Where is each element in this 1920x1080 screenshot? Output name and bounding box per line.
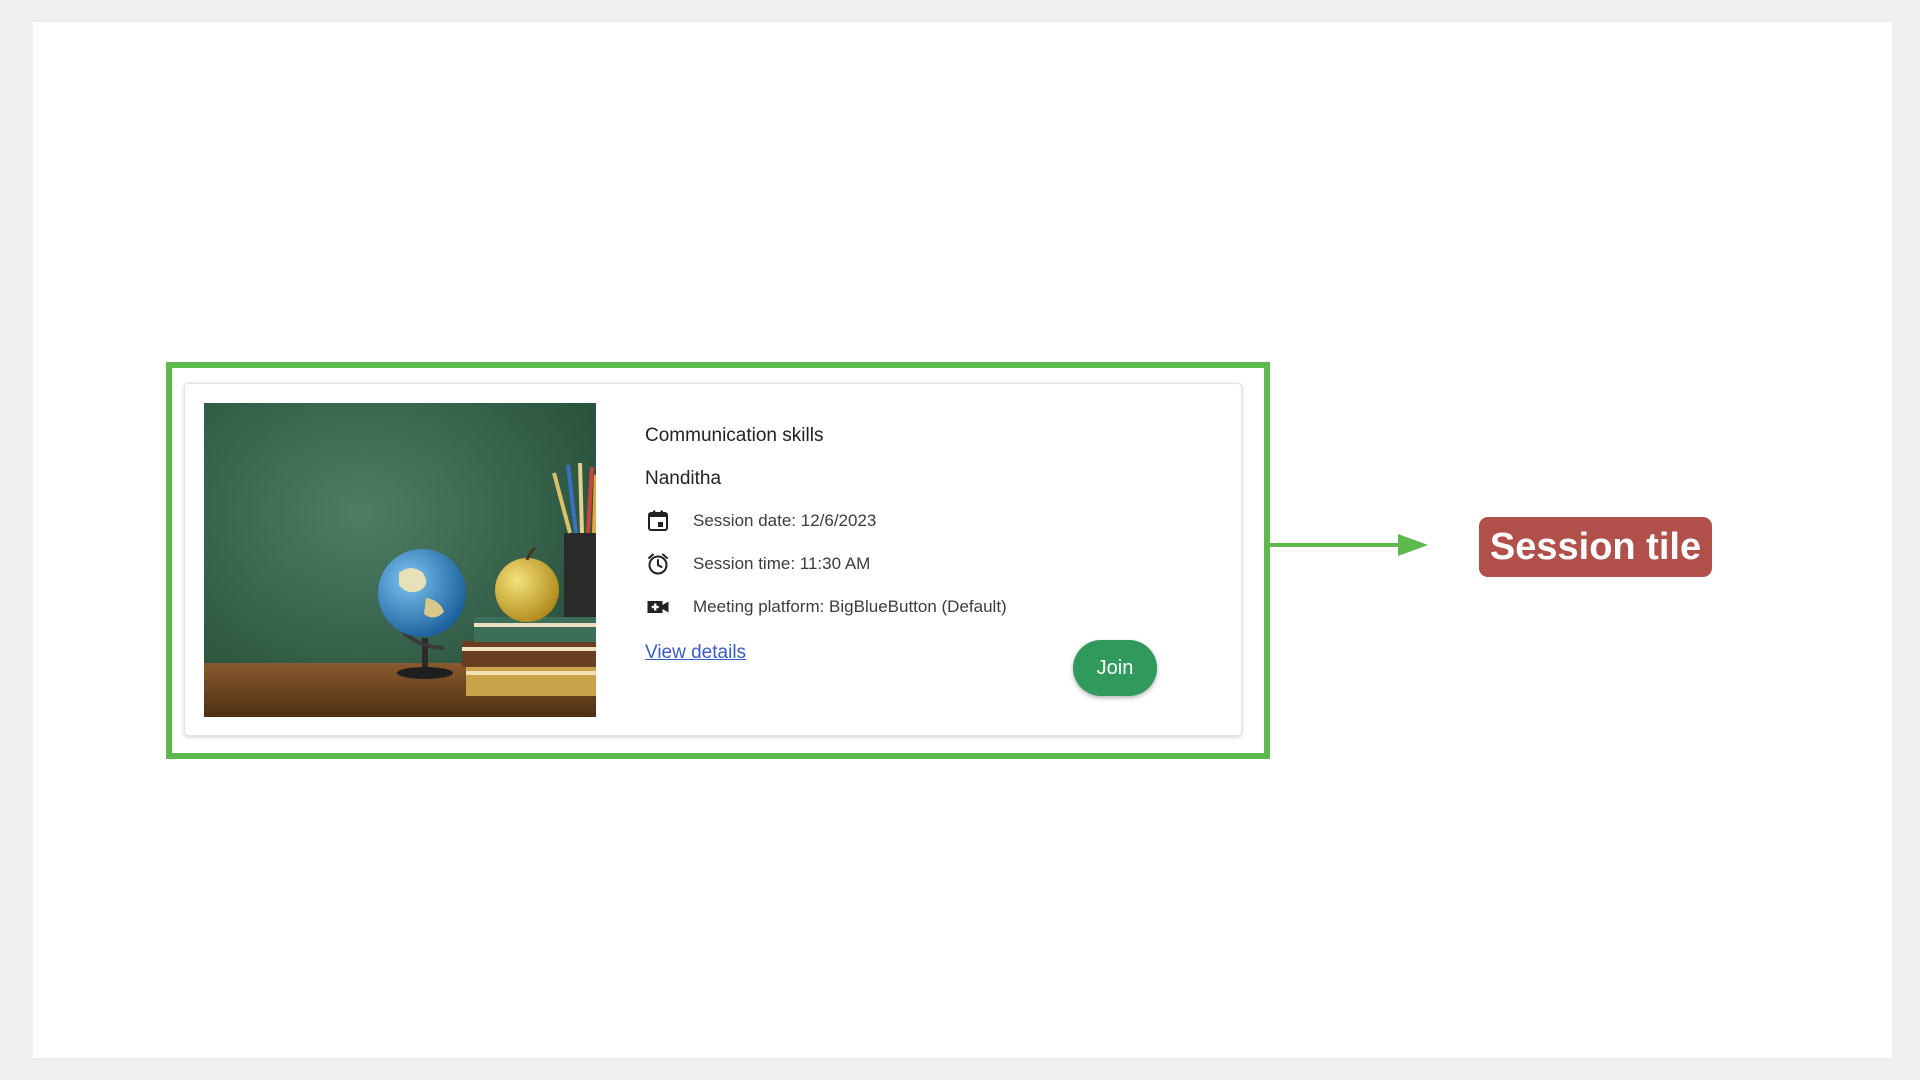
session-date-row: Session date: 12/6/2023 (645, 508, 876, 534)
callout-connector-line (1270, 543, 1400, 547)
session-time: Session time: 11:30 AM (693, 554, 871, 573)
session-tile: Communication skills Nanditha Session da… (184, 383, 1242, 736)
session-date: Session date: 12/6/2023 (693, 511, 877, 530)
session-host: Nanditha (645, 468, 722, 489)
session-thumbnail (204, 403, 596, 717)
meeting-platform-row: Meeting platform: BigBlueButton (Default… (645, 594, 1007, 620)
session-time-row: Session time: 11:30 AM (645, 551, 870, 577)
video-camera-icon (645, 594, 671, 620)
meeting-platform: Meeting platform: BigBlueButton (Default… (693, 597, 1007, 616)
join-button[interactable]: Join (1073, 640, 1157, 696)
session-title: Communication skills (645, 425, 824, 446)
alarm-clock-icon (645, 551, 671, 577)
view-details-link[interactable]: View details (645, 642, 746, 664)
calendar-icon (645, 508, 671, 534)
arrow-right-icon (1398, 534, 1428, 556)
session-tile-callout: Session tile (1479, 517, 1712, 577)
